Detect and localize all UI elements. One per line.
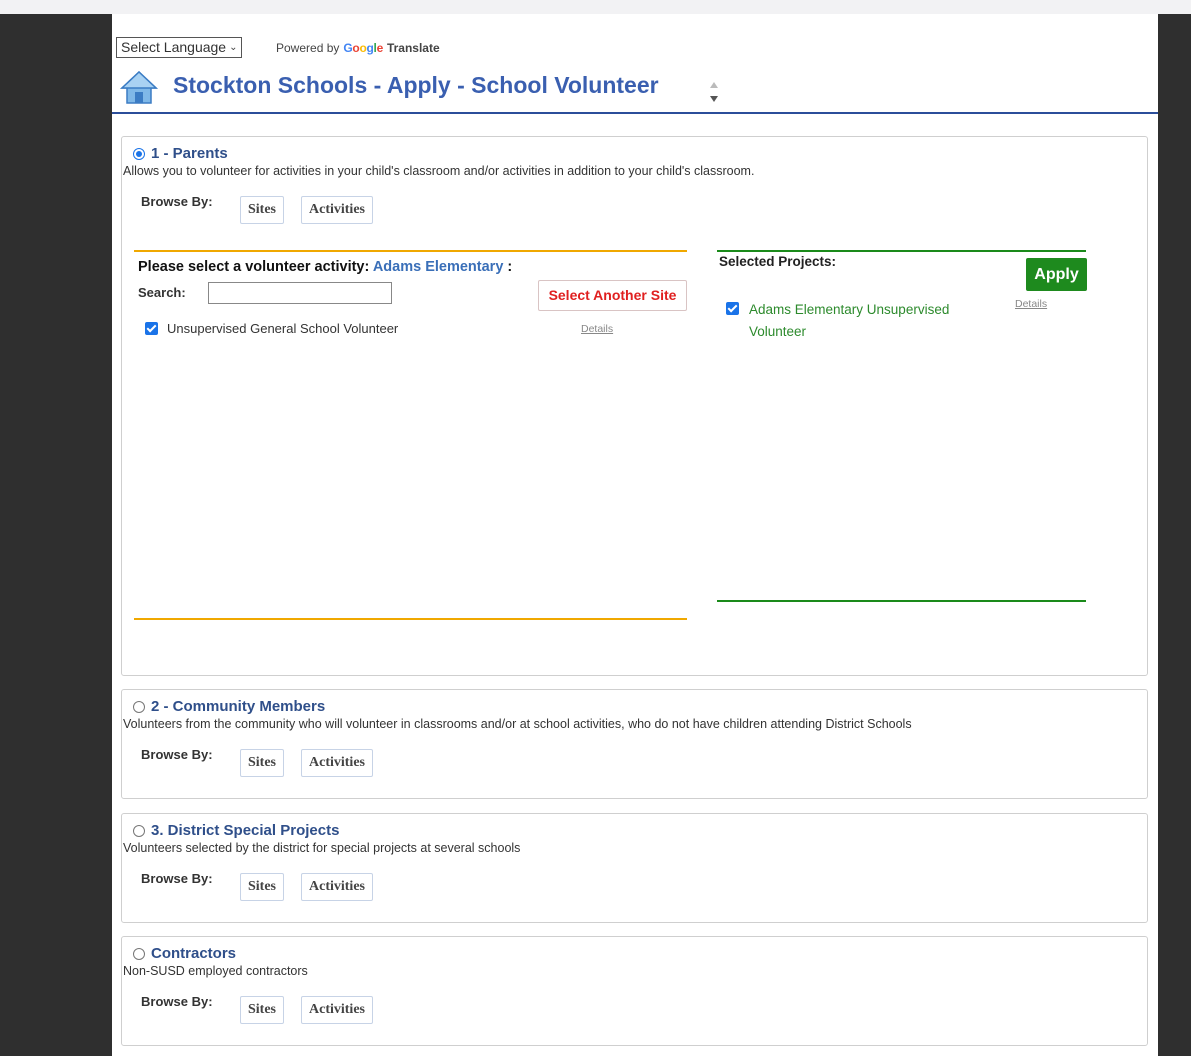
activity-checkbox[interactable] <box>145 322 158 335</box>
panel-title: 3. District Special Projects <box>151 822 340 839</box>
left-margin <box>0 14 112 1056</box>
search-input[interactable] <box>208 282 392 304</box>
prompt-text: Please select a volunteer activity: <box>138 259 370 275</box>
selected-box-bottom-border <box>717 600 1086 602</box>
panel-description: Volunteers selected by the district for … <box>123 841 521 855</box>
home-icon[interactable] <box>120 69 158 107</box>
panel-title: 2 - Community Members <box>151 698 326 715</box>
selected-box-top-border <box>717 250 1086 252</box>
activity-box-bottom-border <box>134 618 687 620</box>
activities-button[interactable]: Activities <box>301 749 373 777</box>
apply-button[interactable]: Apply <box>1026 258 1087 291</box>
activity-item: Unsupervised General School Volunteer <box>145 321 398 336</box>
prompt-colon: : <box>507 259 513 275</box>
sites-button[interactable]: Sites <box>240 873 284 901</box>
right-margin <box>1158 14 1191 1056</box>
selected-projects-title: Selected Projects: <box>719 254 837 269</box>
sites-button[interactable]: Sites <box>240 996 284 1024</box>
panel-head: 1 - Parents <box>133 145 228 162</box>
sites-button[interactable]: Sites <box>240 749 284 777</box>
activity-prompt: Please select a volunteer activity: Adam… <box>138 259 512 275</box>
browse-by-label: Browse By: <box>141 194 213 209</box>
panel-head: 3. District Special Projects <box>133 822 339 839</box>
activity-details-link[interactable]: Details <box>581 323 613 335</box>
panel-title: Contractors <box>151 945 237 962</box>
district-radio[interactable] <box>133 824 145 837</box>
powered-by-text: Powered by <box>276 41 340 55</box>
search-label: Search: <box>138 285 186 300</box>
language-select[interactable]: Select Language ⌄ <box>116 37 243 58</box>
sites-button[interactable]: Sites <box>240 196 284 224</box>
activity-label: Unsupervised General School Volunteer <box>167 321 399 336</box>
select-another-site-button[interactable]: Select Another Site <box>538 280 687 311</box>
site-name: Adams Elementary <box>372 259 504 275</box>
panel-parents: 1 - Parents Allows you to volunteer for … <box>121 136 1148 676</box>
panel-contractors: Contractors Non-SUSD employed contractor… <box>121 936 1148 1046</box>
activities-button[interactable]: Activities <box>301 196 373 224</box>
parents-radio[interactable] <box>133 147 145 160</box>
panel-district-special-projects: 3. District Special Projects Volunteers … <box>121 813 1148 923</box>
browse-by-label: Browse By: <box>141 747 213 762</box>
browse-by-label: Browse By: <box>141 994 213 1009</box>
activity-box-top-border <box>134 250 687 252</box>
activities-button[interactable]: Activities <box>301 996 373 1024</box>
contractors-radio[interactable] <box>133 947 145 960</box>
header-divider <box>112 112 1158 114</box>
browse-by-label: Browse By: <box>141 871 213 886</box>
panel-community-members: 2 - Community Members Volunteers from th… <box>121 689 1148 799</box>
selected-project-item: Adams Elementary Unsupervised Volunteer <box>726 302 994 343</box>
powered-by-google: Powered by Google Translate <box>276 41 440 55</box>
translate-text: Translate <box>386 41 440 55</box>
page-title: Stockton Schools - Apply - School Volunt… <box>173 72 659 98</box>
community-radio[interactable] <box>133 700 145 713</box>
chevron-down-icon: ⌄ <box>229 42 238 53</box>
browser-top-strip <box>0 0 1191 15</box>
selected-project-details-link[interactable]: Details <box>1015 298 1047 310</box>
panel-head: Contractors <box>133 945 236 962</box>
panel-description: Non-SUSD employed contractors <box>123 964 308 978</box>
selected-project-checkbox[interactable] <box>726 302 739 315</box>
language-select-label: Select Language <box>121 39 227 55</box>
google-logo: Google <box>343 41 383 55</box>
panel-title: 1 - Parents <box>151 145 228 162</box>
spinner-icon[interactable] <box>709 80 719 104</box>
panel-head: 2 - Community Members <box>133 698 325 715</box>
activities-button[interactable]: Activities <box>301 873 373 901</box>
panel-description: Volunteers from the community who will v… <box>123 717 912 731</box>
panel-description: Allows you to volunteer for activities i… <box>123 164 755 178</box>
selected-project-label: Adams Elementary Unsupervised Volunteer <box>749 302 950 339</box>
page-content: Select Language ⌄ Powered by Google Tran… <box>112 14 1158 1056</box>
